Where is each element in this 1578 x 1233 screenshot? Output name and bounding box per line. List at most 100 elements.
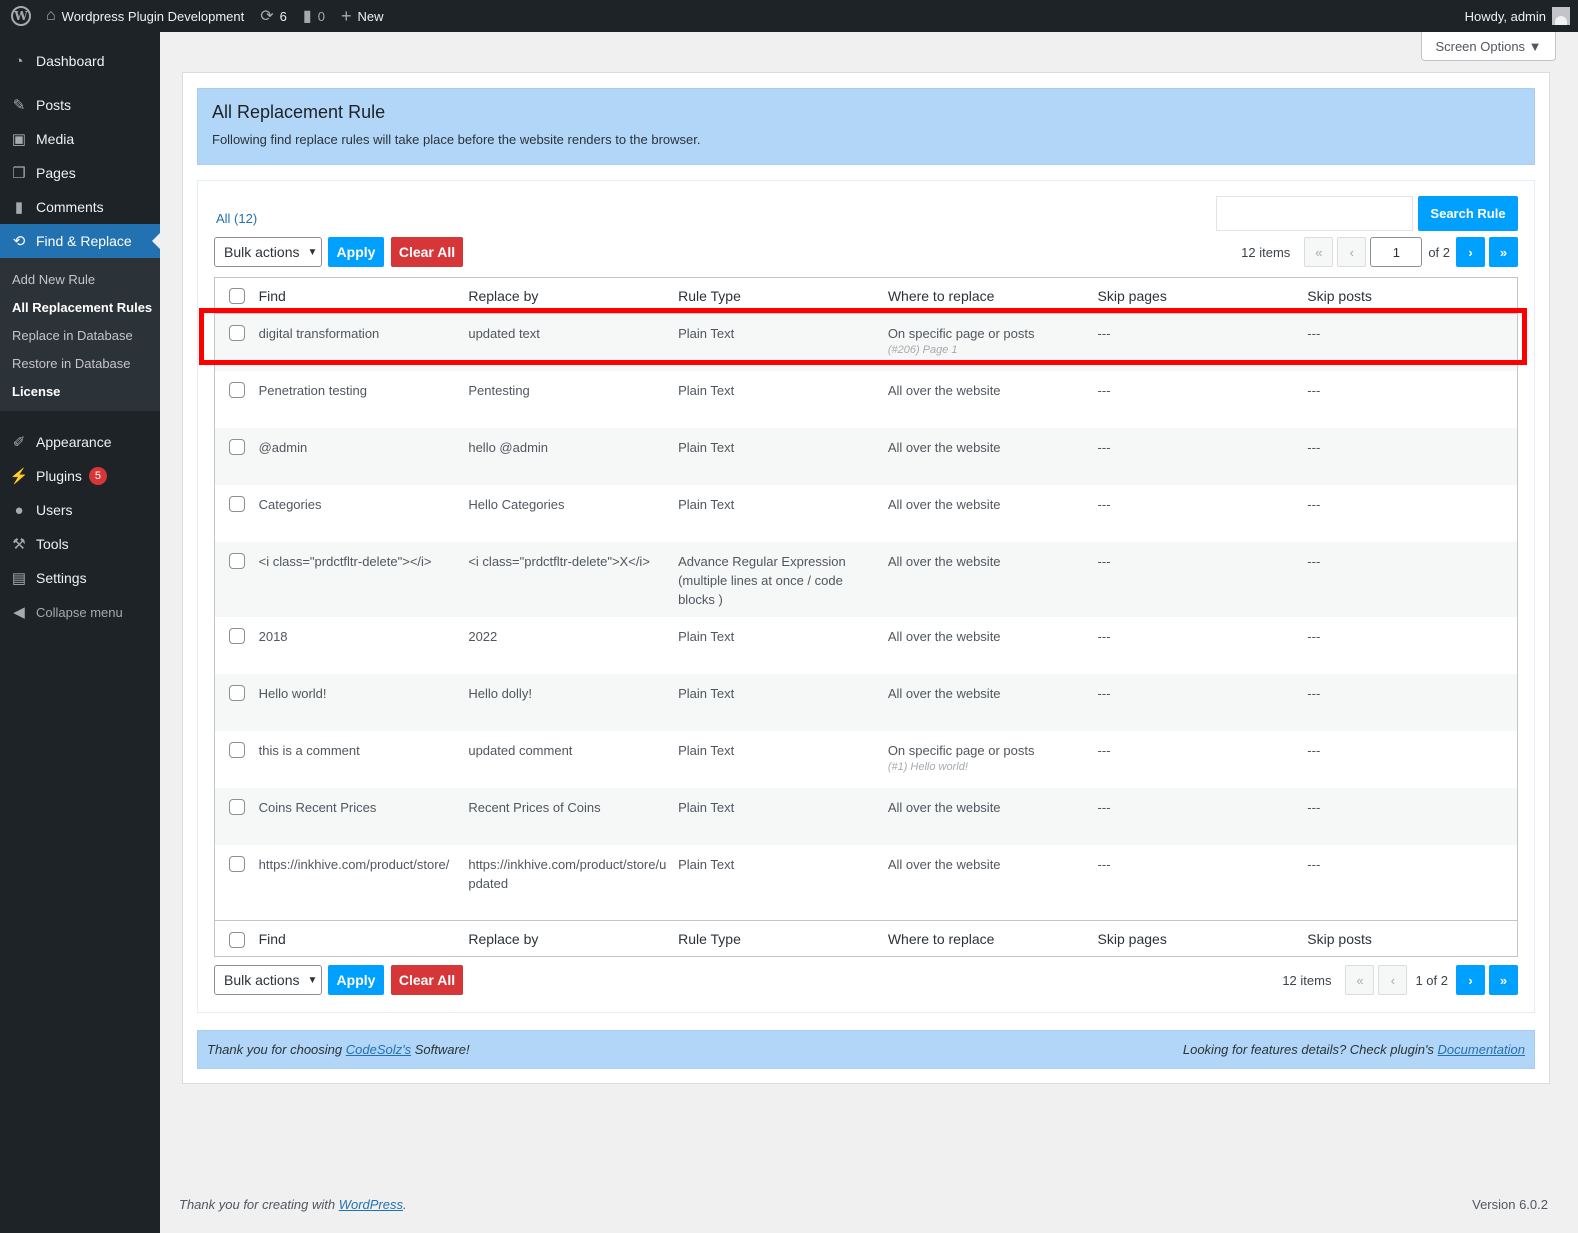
- cell-skip-posts: ---: [1307, 857, 1321, 872]
- wordpress-logo-menu[interactable]: W: [4, 0, 38, 32]
- cell-skip-pages: ---: [1097, 857, 1111, 872]
- cell-where: All over the website: [887, 554, 1001, 569]
- where-text: On specific page or posts: [887, 743, 1035, 758]
- footer-thanks-suffix: Software!: [411, 1042, 470, 1057]
- screen-options-button[interactable]: Screen Options ▼: [1421, 32, 1556, 61]
- select-all-checkbox[interactable]: [228, 288, 245, 304]
- submenu-restore-in-database[interactable]: Restore in Database: [0, 349, 160, 377]
- menu-find-replace[interactable]: ⟲ Find & Replace: [0, 224, 160, 258]
- clear-all-button-top[interactable]: Clear All: [391, 237, 463, 267]
- wp-credit-suffix: .: [403, 1197, 407, 1212]
- cell-skip-posts: ---: [1307, 554, 1321, 569]
- table-row[interactable]: Hello world! Hello dolly! Plain Text All…: [215, 674, 1517, 731]
- new-content-link[interactable]: + New: [333, 0, 392, 32]
- bulk-actions-select-top[interactable]: Bulk actions ▼: [214, 237, 322, 267]
- cell-where: On specific page or posts (#1) Hello worl…: [888, 731, 1098, 788]
- cell-skip-posts: ---: [1307, 383, 1321, 398]
- account-menu[interactable]: Howdy, admin: [1465, 7, 1578, 25]
- current-page-input[interactable]: 1: [1370, 237, 1423, 267]
- first-page-button[interactable]: «: [1345, 965, 1375, 995]
- table-footer: Find Replace by Rule Type Where to repla…: [215, 920, 1517, 956]
- submenu-replace-in-database[interactable]: Replace in Database: [0, 321, 160, 349]
- last-page-button[interactable]: »: [1489, 237, 1518, 267]
- prev-page-button[interactable]: ‹: [1337, 237, 1367, 267]
- menu-settings[interactable]: ▤ Settings: [0, 561, 160, 595]
- bulk-actions-label: Bulk actions: [224, 972, 300, 988]
- submenu-license[interactable]: License: [0, 377, 160, 405]
- next-page-button[interactable]: ›: [1456, 965, 1485, 995]
- search-input[interactable]: [1216, 196, 1413, 231]
- table-row[interactable]: Penetration testing Pentesting Plain Tex…: [215, 371, 1517, 428]
- apply-button-bottom[interactable]: Apply: [328, 965, 384, 995]
- column-footer-skip-posts[interactable]: Skip posts: [1307, 921, 1517, 956]
- submenu-add-new-rule[interactable]: Add New Rule: [0, 265, 160, 293]
- menu-media[interactable]: ▣ Media: [0, 122, 160, 156]
- table-row[interactable]: <i class="prdctfltr-delete"></i> <i clas…: [215, 542, 1517, 617]
- cell-skip-pages: ---: [1097, 383, 1111, 398]
- cell-where: All over the website: [887, 629, 1001, 644]
- column-footer-skip-pages[interactable]: Skip pages: [1098, 921, 1308, 956]
- cell-skip-pages: ---: [1097, 554, 1111, 569]
- menu-comments[interactable]: ▮ Comments: [0, 190, 160, 224]
- cell-replace: Hello Categories: [468, 497, 565, 512]
- page-description: Following find replace rules will take p…: [212, 132, 701, 147]
- column-footer-rule-type[interactable]: Rule Type: [678, 921, 888, 956]
- comments-link[interactable]: ▮ 0: [295, 0, 333, 32]
- footer-docs: Looking for features details? Check plug…: [1183, 1042, 1525, 1057]
- chevron-down-icon: ▼: [307, 246, 318, 258]
- filter-all-link[interactable]: All (12): [216, 211, 257, 226]
- column-footer-replace[interactable]: Replace by: [468, 921, 678, 956]
- row-checkbox[interactable]: [228, 496, 245, 512]
- next-page-button[interactable]: ›: [1456, 237, 1485, 267]
- table-row[interactable]: this is a comment updated comment Plain …: [215, 731, 1517, 788]
- cell-replace: <i class="prdctfltr-delete">X</i>: [468, 554, 650, 569]
- submenu-all-replacement-rules[interactable]: All Replacement Rules: [0, 293, 160, 321]
- bulk-actions-select-bottom[interactable]: Bulk actions ▼: [214, 965, 322, 995]
- last-page-button[interactable]: »: [1489, 965, 1518, 995]
- row-checkbox[interactable]: [228, 553, 245, 569]
- search-rule-button[interactable]: Search Rule: [1418, 196, 1518, 231]
- items-count: 12 items: [1241, 244, 1291, 260]
- row-checkbox[interactable]: [228, 439, 245, 455]
- menu-users[interactable]: ● Users: [0, 493, 160, 527]
- menu-plugins[interactable]: ⚡ Plugins 5: [0, 459, 160, 493]
- column-footer-find[interactable]: Find: [259, 921, 469, 956]
- prev-page-button[interactable]: ‹: [1378, 965, 1408, 995]
- cell-skip-posts: ---: [1307, 497, 1321, 512]
- table-row[interactable]: 2018 2022 Plain Text All over the websit…: [215, 617, 1517, 674]
- table-row[interactable]: Coins Recent Prices Recent Prices of Coi…: [215, 788, 1517, 845]
- collapse-menu-button[interactable]: ◀ Collapse menu: [0, 595, 160, 629]
- menu-label: Collapse menu: [36, 604, 123, 620]
- row-checkbox[interactable]: [228, 856, 245, 872]
- cell-find: Penetration testing: [258, 383, 368, 398]
- wordpress-link[interactable]: WordPress: [339, 1197, 403, 1212]
- codesolz-link[interactable]: CodeSolz's: [346, 1042, 411, 1057]
- cell-where: All over the website: [887, 857, 1001, 872]
- row-checkbox[interactable]: [228, 628, 245, 644]
- rules-panel: All (12) Search Rule Bulk actions ▼ Appl…: [197, 180, 1535, 1013]
- menu-appearance[interactable]: ✐ Appearance: [0, 425, 160, 459]
- refresh-icon: ⟳: [260, 8, 274, 25]
- row-checkbox[interactable]: [228, 742, 245, 758]
- site-name-link[interactable]: ⌂ Wordpress Plugin Development: [38, 0, 252, 32]
- table-row[interactable]: https://inkhive.com/product/store/ https…: [215, 845, 1517, 920]
- table-row[interactable]: Categories Hello Categories Plain Text A…: [215, 485, 1517, 542]
- row-checkbox[interactable]: [228, 382, 245, 398]
- menu-label: Settings: [36, 570, 87, 586]
- menu-posts[interactable]: ✎ Posts: [0, 88, 160, 122]
- column-footer-where[interactable]: Where to replace: [888, 921, 1098, 956]
- first-page-button[interactable]: «: [1304, 237, 1334, 267]
- menu-label: Comments: [36, 199, 104, 215]
- menu-dashboard[interactable]: ◔ Dashboard: [0, 44, 160, 78]
- apply-button-top[interactable]: Apply: [328, 237, 384, 267]
- table-row[interactable]: @admin hello @admin Plain Text All over …: [215, 428, 1517, 485]
- cell-rule-type: Advance Regular Expression (multiple lin…: [678, 554, 846, 607]
- row-checkbox[interactable]: [228, 799, 245, 815]
- clear-all-button-bottom[interactable]: Clear All: [391, 965, 463, 995]
- row-checkbox[interactable]: [228, 685, 245, 701]
- select-all-checkbox-bottom[interactable]: [228, 932, 245, 948]
- documentation-link[interactable]: Documentation: [1438, 1042, 1525, 1057]
- updates-link[interactable]: ⟳ 6: [252, 0, 295, 32]
- menu-tools[interactable]: ⚒ Tools: [0, 527, 160, 561]
- menu-pages[interactable]: ❐ Pages: [0, 156, 160, 190]
